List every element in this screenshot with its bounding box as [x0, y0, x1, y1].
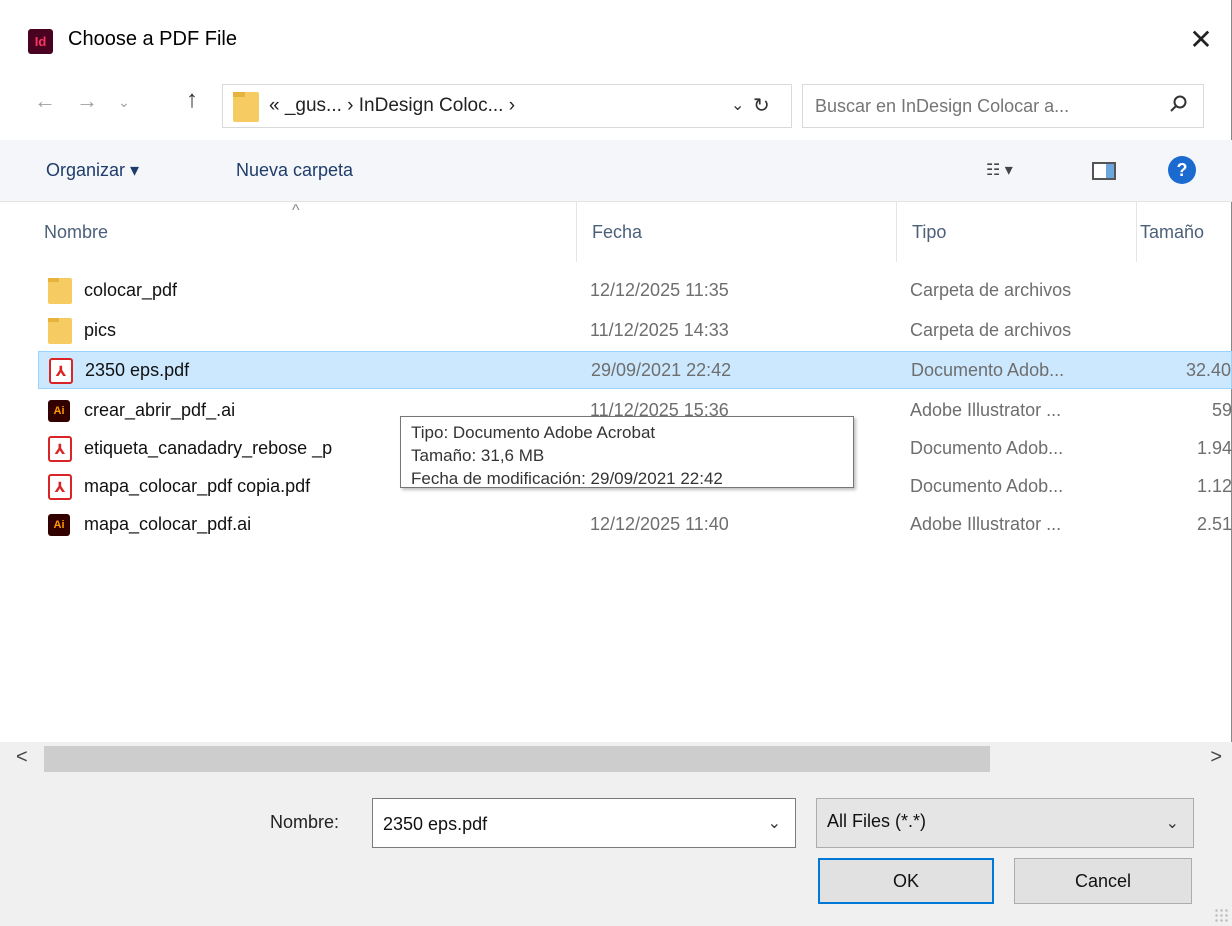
file-type: Documento Adob...: [910, 438, 1064, 458]
file-info-tooltip: Tipo: Documento Adobe Acrobat Tamaño: 31…: [400, 416, 854, 488]
file-date: 11/12/2025 14:33: [590, 320, 729, 340]
filename-input[interactable]: [383, 811, 743, 837]
column-divider[interactable]: [896, 202, 897, 262]
file-size: 2.51: [1196, 514, 1232, 534]
cancel-button[interactable]: Cancel: [1014, 858, 1192, 904]
file-name: pics: [84, 320, 117, 340]
help-icon[interactable]: ?: [1168, 156, 1196, 184]
search-icon[interactable]: [1169, 94, 1189, 120]
preview-pane-icon[interactable]: [1092, 162, 1116, 180]
chevron-down-icon[interactable]: ⌄: [768, 813, 781, 833]
file-type: Carpeta de archivos: [910, 280, 1072, 300]
new-folder-button[interactable]: Nueva carpeta: [236, 160, 353, 181]
view-options-icon[interactable]: ☷ ▾: [986, 160, 1013, 180]
file-row[interactable]: pics 11/12/2025 14:33 Carpeta de archivo…: [38, 312, 1232, 350]
file-name: mapa_colocar_pdf.ai: [84, 514, 252, 534]
sort-ascending-icon: ^: [292, 202, 300, 219]
scrollbar-thumb[interactable]: [44, 746, 990, 772]
pdf-icon: ⅄: [49, 358, 73, 384]
search-box[interactable]: [802, 84, 1204, 128]
pdf-icon: ⅄: [48, 436, 72, 462]
file-size: 59: [1211, 400, 1232, 420]
breadcrumb[interactable]: « _gus... › InDesign Coloc... ›: [269, 95, 515, 117]
column-divider[interactable]: [576, 202, 577, 262]
file-date: 29/09/2021 22:42: [591, 360, 732, 380]
address-dropdown-icon[interactable]: ⌄: [731, 95, 744, 115]
scroll-right-icon[interactable]: >: [1210, 746, 1222, 769]
file-name: mapa_colocar_pdf copia.pdf: [84, 476, 311, 496]
close-button[interactable]: ✕: [1170, 14, 1232, 64]
folder-icon: [48, 278, 72, 304]
file-name: colocar_pdf: [84, 280, 178, 300]
column-divider[interactable]: [1136, 202, 1137, 262]
dialog-footer: Nombre: ⌄ All Files (*.*) ⌄ OK Cancel: [0, 776, 1232, 926]
scroll-left-icon[interactable]: <: [16, 746, 28, 769]
search-input[interactable]: [815, 91, 1155, 121]
refresh-icon[interactable]: ↻: [753, 93, 770, 118]
pdf-icon: ⅄: [48, 474, 72, 500]
file-type-filter-value: All Files (*.*): [827, 811, 927, 831]
tooltip-size: Tamaño: 31,6 MB: [411, 446, 545, 465]
tooltip-type: Tipo: Documento Adobe Acrobat: [411, 423, 656, 442]
filename-label: Nombre:: [270, 812, 340, 832]
column-header-name[interactable]: Nombre: [44, 222, 108, 243]
resize-grip-icon[interactable]: [1214, 908, 1228, 922]
column-header-type[interactable]: Tipo: [912, 222, 946, 243]
illustrator-icon: Ai: [48, 400, 70, 422]
command-toolbar: Organizar ▾ Nueva carpeta ☷ ▾ ?: [0, 140, 1232, 202]
file-size: 32.40: [1185, 360, 1231, 380]
organize-menu-button[interactable]: Organizar ▾: [46, 160, 139, 181]
navigation-bar: ← → ⌄ ↑ « _gus... › InDesign Coloc... › …: [0, 78, 1232, 134]
back-arrow-icon[interactable]: ←: [34, 88, 56, 114]
file-type: Documento Adob...: [910, 476, 1064, 496]
ok-button[interactable]: OK: [818, 858, 994, 904]
file-name: crear_abrir_pdf_.ai: [84, 400, 236, 420]
file-type-filter[interactable]: All Files (*.*) ⌄: [816, 798, 1194, 848]
file-row[interactable]: colocar_pdf 12/12/2025 11:35 Carpeta de …: [38, 272, 1232, 310]
title-bar: Id Choose a PDF File ✕: [0, 0, 1232, 70]
file-list: colocar_pdf 12/12/2025 11:35 Carpeta de …: [0, 270, 1232, 740]
folder-icon: [48, 318, 72, 344]
file-name: 2350 eps.pdf: [85, 360, 190, 380]
file-dialog: Id Choose a PDF File ✕ ← → ⌄ ↑ « _gus...…: [0, 0, 1232, 926]
horizontal-scrollbar[interactable]: < >: [0, 742, 1232, 776]
close-icon: ✕: [1189, 23, 1213, 55]
folder-icon: [233, 92, 259, 122]
tooltip-date: Fecha de modificación: 29/09/2021 22:42: [411, 469, 723, 488]
recent-locations-chevron-icon[interactable]: ⌄: [118, 94, 130, 111]
address-bar[interactable]: « _gus... › InDesign Coloc... › ⌄ ↻: [222, 84, 792, 128]
file-type: Adobe Illustrator ...: [910, 514, 1062, 534]
file-row[interactable]: Ai mapa_colocar_pdf.ai 12/12/2025 11:40 …: [38, 506, 1232, 544]
file-date: 12/12/2025 11:40: [590, 514, 729, 534]
illustrator-icon: Ai: [48, 514, 70, 536]
up-arrow-icon[interactable]: ↑: [186, 86, 198, 114]
filename-combobox[interactable]: ⌄: [372, 798, 796, 848]
file-size: 1.12: [1196, 476, 1232, 496]
file-row-selected[interactable]: ⅄ 2350 eps.pdf 29/09/2021 22:42 Document…: [38, 351, 1232, 389]
file-size: 1.94: [1196, 438, 1232, 458]
forward-arrow-icon[interactable]: →: [76, 88, 98, 114]
file-name: etiqueta_canadadry_rebose _p: [84, 438, 333, 458]
column-header-size[interactable]: Tamaño: [1140, 222, 1232, 243]
indesign-app-icon: Id: [28, 29, 53, 54]
column-headers: ^ Nombre Fecha Tipo Tamaño: [0, 202, 1232, 262]
file-type: Documento Adob...: [911, 360, 1065, 380]
file-type: Carpeta de archivos: [910, 320, 1072, 340]
chevron-down-icon[interactable]: ⌄: [1166, 813, 1179, 833]
column-header-date[interactable]: Fecha: [592, 222, 642, 243]
window-title: Choose a PDF File: [68, 28, 237, 50]
file-date: 12/12/2025 11:35: [590, 280, 729, 300]
file-type: Adobe Illustrator ...: [910, 400, 1062, 420]
